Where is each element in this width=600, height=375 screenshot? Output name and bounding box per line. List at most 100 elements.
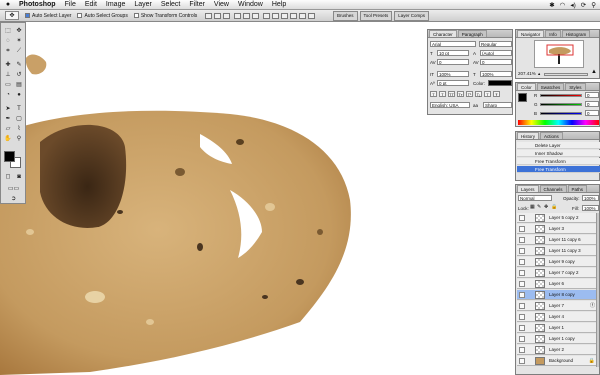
text-color-swatch[interactable] [488, 80, 512, 86]
zoom-level[interactable]: 207.41% [518, 71, 536, 76]
tab-history[interactable]: History [517, 132, 540, 139]
layer-row[interactable]: Layer 3 [517, 224, 598, 234]
visibility-toggle[interactable] [519, 325, 525, 331]
shape-tool-icon[interactable]: ▢ [14, 115, 24, 124]
align-top-icon[interactable] [205, 12, 213, 19]
color-ramp[interactable] [518, 120, 599, 125]
menu-window[interactable]: Window [238, 1, 263, 8]
tab-navigator[interactable]: Navigator [517, 30, 545, 37]
blue-slider[interactable] [540, 112, 582, 115]
zoom-in-icon[interactable]: ▲ [591, 69, 597, 75]
layer-row[interactable]: Layer 1 copy [517, 334, 598, 344]
tab-brushes[interactable]: Brushes [333, 11, 358, 21]
history-item[interactable]: Delete Layer [517, 142, 600, 149]
notes-tool-icon[interactable]: ▱ [3, 125, 13, 134]
tab-channels[interactable]: Channels [539, 185, 567, 192]
layer-row[interactable]: Layer 5 copy 2 [517, 213, 598, 223]
brush-tool-icon[interactable]: ✎ [14, 61, 24, 70]
baseline-shift-field[interactable]: 0 pt [437, 80, 469, 86]
app-menu[interactable]: Photoshop [19, 1, 56, 8]
distribute-vcenter-icon[interactable] [272, 12, 280, 19]
layer-row[interactable]: Layer 1 [517, 323, 598, 333]
superscript-button[interactable]: T¹ [466, 91, 473, 97]
zoom-slider[interactable] [544, 73, 588, 76]
layer-effects-icon[interactable]: ⓕ [590, 301, 595, 311]
magic-wand-tool-icon[interactable]: ✶ [14, 37, 24, 46]
screen-mode-icon[interactable]: ▭▭ [3, 185, 24, 194]
align-vcenter-icon[interactable] [214, 12, 222, 19]
menu-layer[interactable]: Layer [134, 1, 152, 8]
visibility-toggle[interactable] [519, 292, 525, 298]
menu-filter[interactable]: Filter [189, 1, 205, 8]
healing-brush-tool-icon[interactable]: ✚ [3, 61, 13, 70]
tab-character[interactable]: Character [429, 30, 457, 37]
horizontal-scale-field[interactable]: 100% [480, 71, 512, 77]
blur-tool-icon[interactable]: ◔ [3, 91, 13, 100]
quick-mask-mode-icon[interactable]: ◙ [14, 173, 24, 182]
layer-row[interactable]: Layer 6 [517, 279, 598, 289]
distribute-bottom-icon[interactable] [281, 12, 289, 19]
gradient-tool-icon[interactable]: ▤ [14, 81, 24, 90]
history-item[interactable]: Inner Shadow [517, 150, 600, 157]
lock-transparency-icon[interactable]: ▦ [530, 205, 535, 210]
visibility-toggle[interactable] [519, 237, 525, 243]
visibility-toggle[interactable] [519, 347, 525, 353]
layer-row[interactable]: Layer 2 [517, 345, 598, 355]
wifi-icon[interactable]: ◠ [560, 1, 566, 9]
jump-to-imageready-icon[interactable]: ➲ [3, 195, 24, 204]
foreground-color-swatch[interactable] [4, 151, 15, 162]
visibility-toggle[interactable] [519, 259, 525, 265]
clone-stamp-tool-icon[interactable]: ⊥ [3, 71, 13, 80]
tab-styles[interactable]: Styles [565, 83, 586, 90]
layer-row[interactable]: Layer 4 [517, 312, 598, 322]
marquee-tool-icon[interactable]: ⬚ [3, 27, 13, 36]
kerning-field[interactable]: 0 [437, 59, 469, 65]
layer-row[interactable]: Layer 11 copy 3 [517, 246, 598, 256]
speaker-icon[interactable]: ◂) [570, 1, 575, 9]
visibility-toggle[interactable] [519, 248, 525, 254]
menu-select[interactable]: Select [161, 1, 180, 8]
eyedropper-tool-icon[interactable]: ⌇ [14, 125, 24, 134]
show-transform-controls-checkbox[interactable]: Show Transform Controls [133, 13, 197, 19]
tab-swatches[interactable]: Swatches [536, 83, 565, 90]
layer-row[interactable]: Layer 11 copy 6 [517, 235, 598, 245]
underline-button[interactable]: T [484, 91, 491, 97]
align-hcenter-icon[interactable] [243, 12, 251, 19]
menu-image[interactable]: Image [106, 1, 125, 8]
distribute-top-icon[interactable] [263, 12, 271, 19]
move-tool-icon[interactable]: ✥ [14, 27, 24, 36]
font-size-field[interactable]: 10 pt [437, 50, 469, 56]
green-slider[interactable] [540, 103, 582, 106]
distribute-left-icon[interactable] [290, 12, 298, 19]
small-caps-button[interactable]: Tт [457, 91, 464, 97]
fill-field[interactable]: 100% [582, 205, 599, 211]
menu-view[interactable]: View [214, 1, 229, 8]
layer-row-selected[interactable]: Layer 8 copy [517, 290, 598, 300]
all-caps-button[interactable]: TT [448, 91, 455, 97]
menu-help[interactable]: Help [272, 1, 286, 8]
tab-info[interactable]: Info [545, 30, 561, 37]
visibility-toggle[interactable] [519, 281, 525, 287]
tab-paths[interactable]: Paths [567, 185, 588, 192]
tab-paragraph[interactable]: Paragraph [457, 30, 487, 37]
strikethrough-button[interactable]: Ŧ [493, 91, 500, 97]
faux-italic-button[interactable]: T [439, 91, 446, 97]
visibility-toggle[interactable] [519, 215, 525, 221]
bluetooth-icon[interactable]: ✱ [549, 1, 554, 9]
visibility-toggle[interactable] [519, 270, 525, 276]
zoom-out-icon[interactable]: ▴ [538, 71, 540, 76]
auto-select-groups-checkbox[interactable]: Auto Select Groups [77, 13, 128, 19]
opacity-field[interactable]: 100% [582, 195, 599, 201]
tab-layers[interactable]: Layers [517, 185, 539, 192]
blue-field[interactable]: 0 [585, 110, 599, 116]
dodge-tool-icon[interactable]: ● [14, 91, 24, 100]
lock-image-icon[interactable]: ✎ [537, 205, 541, 210]
zoom-tool-icon[interactable]: ⚲ [14, 135, 24, 144]
red-field[interactable]: 0 [585, 92, 599, 98]
history-item[interactable]: Free Transform [517, 158, 600, 165]
auto-select-layer-checkbox[interactable]: Auto Select Layer [25, 13, 71, 19]
tab-histogram[interactable]: Histogram [561, 30, 591, 37]
hand-tool-icon[interactable]: ✋ [3, 135, 13, 144]
type-tool-icon[interactable]: T [14, 105, 24, 114]
eraser-tool-icon[interactable]: ▭ [3, 81, 13, 90]
